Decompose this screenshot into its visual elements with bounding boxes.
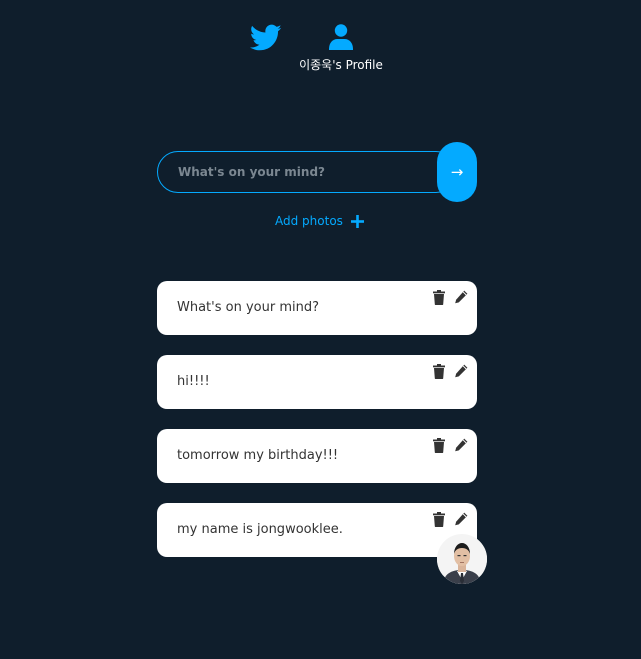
portrait-image <box>437 534 487 584</box>
pencil-icon[interactable] <box>454 290 468 304</box>
trash-icon[interactable] <box>433 438 445 453</box>
tweet-text: my name is jongwooklee. <box>177 522 343 537</box>
tweet-card: tomorrow my birthday!!! <box>157 429 477 483</box>
profile-link[interactable]: 이종욱's Profile <box>290 24 392 76</box>
tweet-actions <box>433 438 468 453</box>
plus-icon <box>350 214 364 228</box>
add-photos-label: Add photos <box>275 214 343 228</box>
submit-tweet-button[interactable]: → <box>437 142 477 202</box>
pencil-icon[interactable] <box>454 512 468 526</box>
trash-icon[interactable] <box>433 290 445 305</box>
tweet-input[interactable] <box>157 151 457 193</box>
tweet-actions <box>433 290 468 305</box>
tweet-composer: → <box>157 142 477 202</box>
trash-icon[interactable] <box>433 364 445 379</box>
tweet-card: hi!!!! <box>157 355 477 409</box>
add-photos-button[interactable]: Add photos <box>275 212 364 230</box>
twitter-bird-icon <box>249 24 282 51</box>
tweet-card: my name is jongwooklee. <box>157 503 477 557</box>
user-icon <box>329 24 353 50</box>
tweet-actions <box>433 364 468 379</box>
tweet-photo <box>437 534 487 584</box>
profile-label: 이종욱's Profile <box>299 58 383 72</box>
pencil-icon[interactable] <box>454 438 468 452</box>
tweet-text: hi!!!! <box>177 374 210 389</box>
page: 이종욱's Profile → Add photos What's on you… <box>0 0 641 659</box>
tweet-text: What's on your mind? <box>177 300 319 315</box>
tweet-text: tomorrow my birthday!!! <box>177 448 339 463</box>
tweet-actions <box>433 512 468 527</box>
pencil-icon[interactable] <box>454 364 468 378</box>
home-link[interactable] <box>249 24 284 54</box>
trash-icon[interactable] <box>433 512 445 527</box>
tweet-card: What's on your mind? <box>157 281 477 335</box>
